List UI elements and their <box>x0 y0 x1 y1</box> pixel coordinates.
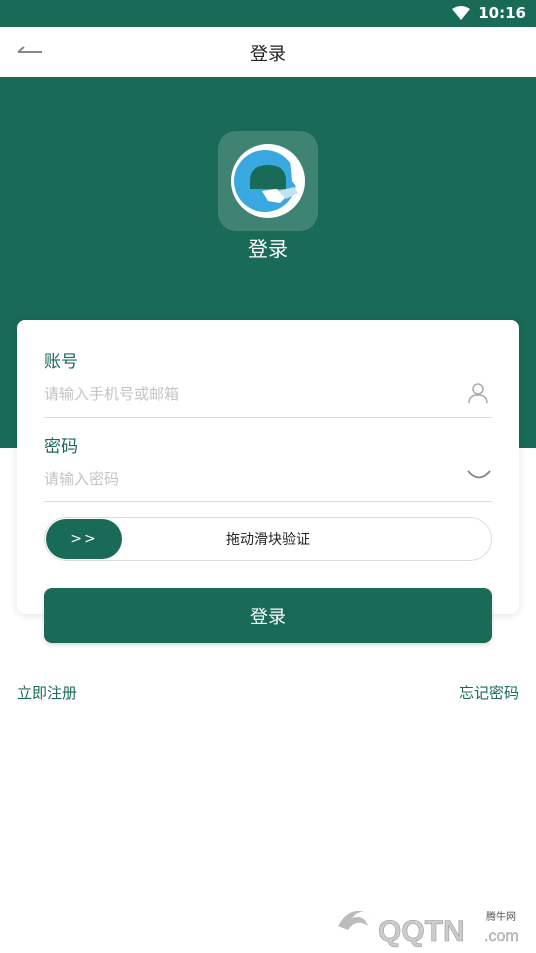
login-button[interactable]: 登录 <box>44 588 492 643</box>
account-divider <box>44 417 492 418</box>
register-link[interactable]: 立即注册 <box>17 682 77 703</box>
password-input[interactable] <box>44 461 492 497</box>
eye-closed-icon[interactable] <box>466 468 492 482</box>
status-bar: 10:16 <box>0 0 536 27</box>
svg-text:.com: .com <box>484 928 519 945</box>
password-label: 密码 <box>44 437 78 457</box>
status-time: 10:16 <box>478 4 526 22</box>
slider-verify[interactable]: 拖动滑块验证 >> <box>44 517 492 561</box>
account-input[interactable] <box>44 376 492 412</box>
password-divider <box>44 501 492 502</box>
nav-bar: 登录 <box>0 27 536 77</box>
app-logo <box>218 131 318 231</box>
slider-handle[interactable]: >> <box>46 519 122 559</box>
wifi-icon <box>452 6 471 20</box>
status-icons: 10:16 <box>452 4 526 22</box>
watermark-small-text: 腾牛网 <box>486 912 516 923</box>
handshake-logo-icon <box>231 144 305 218</box>
account-label: 账号 <box>44 352 78 372</box>
login-card: 账号 密码 拖动滑块验证 >> <box>17 320 519 614</box>
svg-text:QQTN: QQTN <box>378 915 465 948</box>
page-title: 登录 <box>250 44 286 65</box>
forgot-password-link[interactable]: 忘记密码 <box>459 682 519 703</box>
user-icon <box>468 383 488 404</box>
hero-title: 登录 <box>248 237 288 261</box>
